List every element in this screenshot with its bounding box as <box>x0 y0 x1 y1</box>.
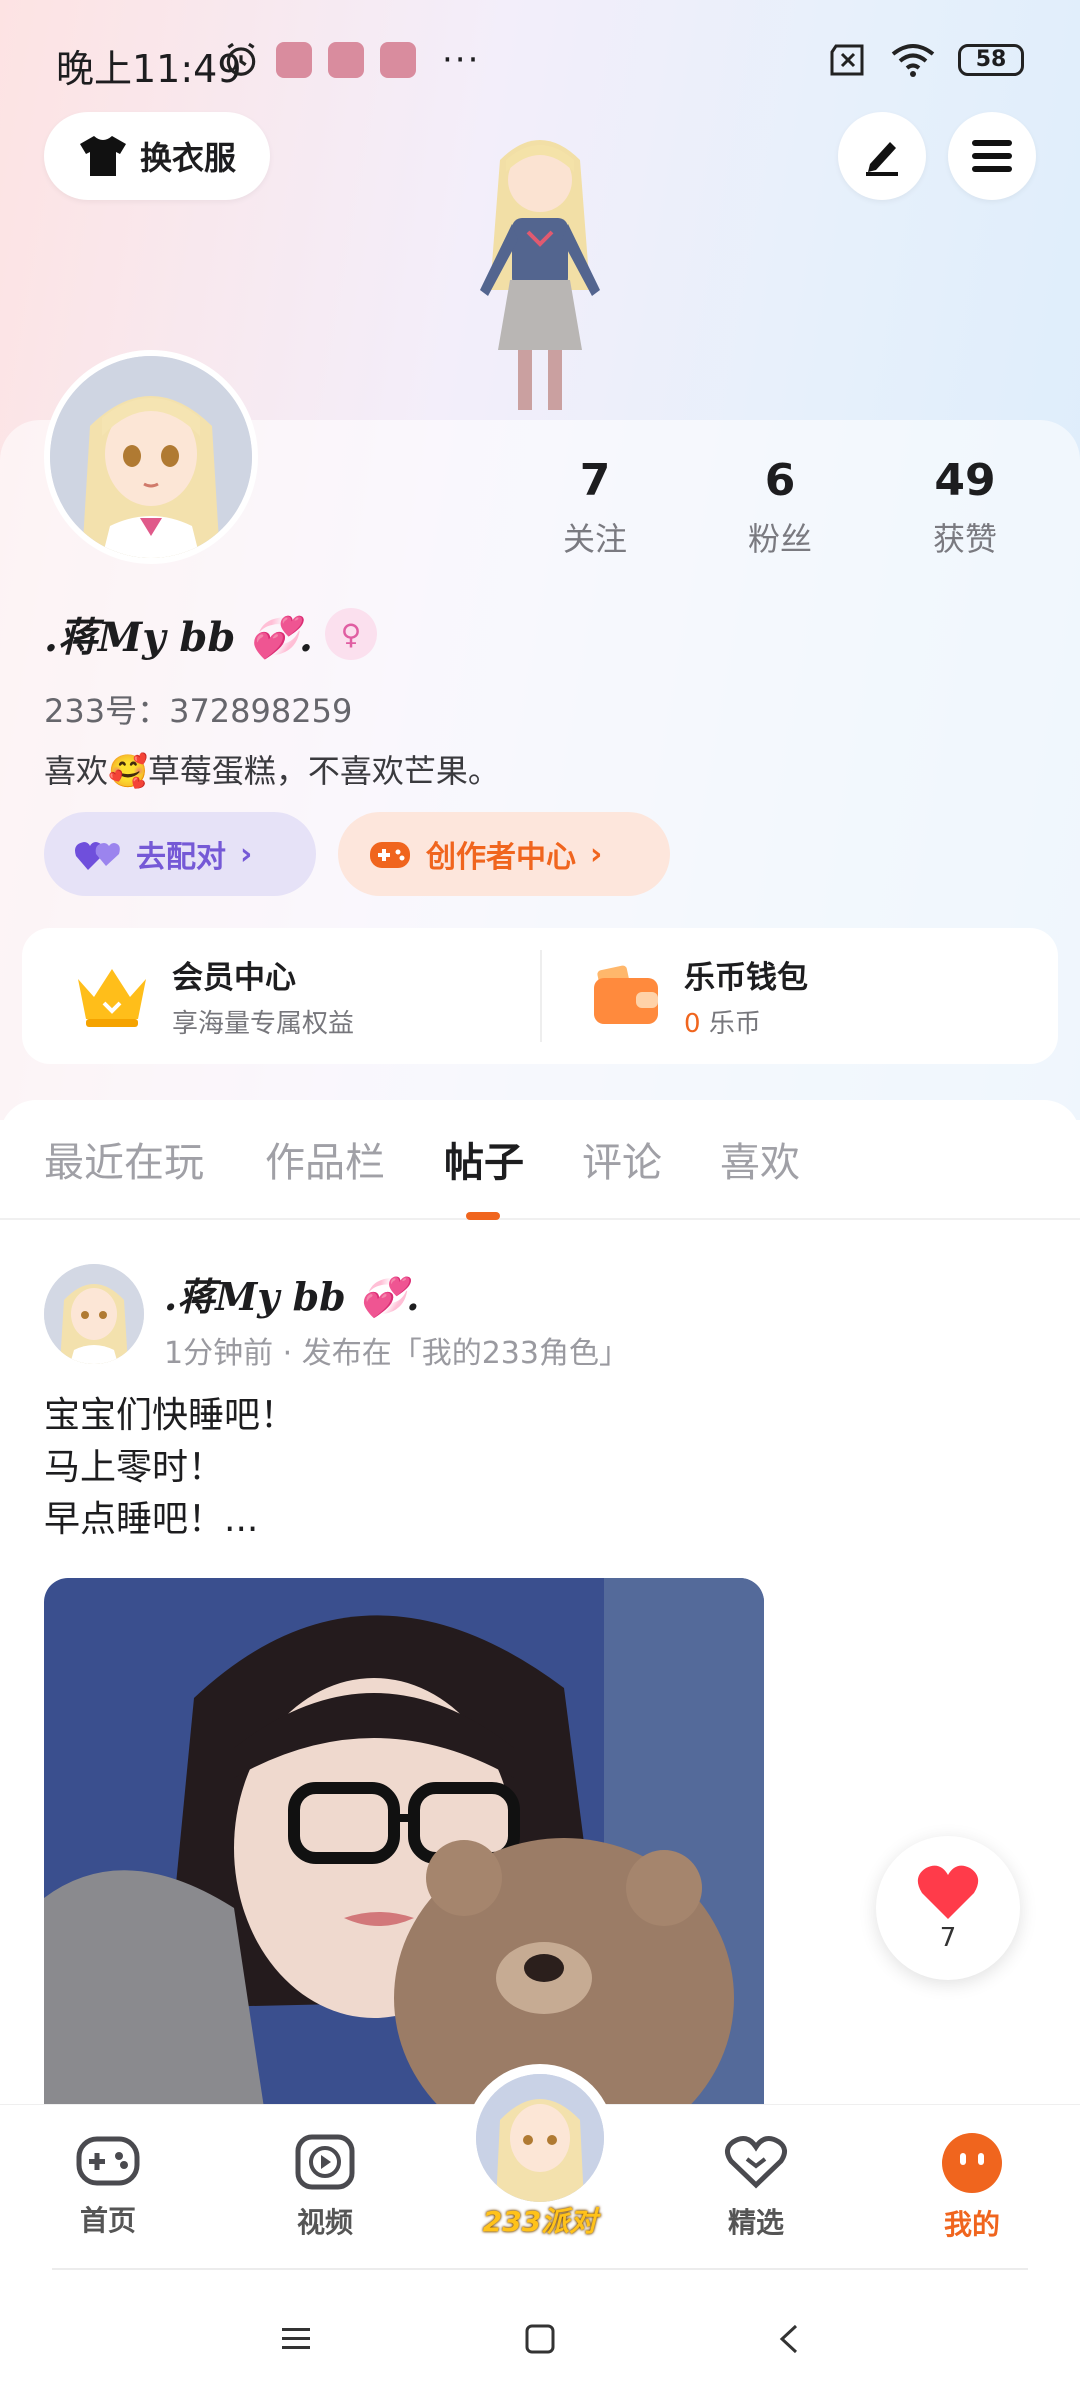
post-meta: 1分钟前 · 发布在「我的233角色」 <box>164 1336 629 1371</box>
profile-face-icon <box>942 2133 1002 2193</box>
app-notification-icon <box>328 42 364 78</box>
member-center-subtitle: 享海量专属权益 <box>172 1009 355 1039</box>
status-time: 晚上11:49 <box>56 47 242 91</box>
menu-icon <box>972 140 1012 172</box>
member-center-entry[interactable]: 会员中心 享海量专属权益 <box>22 928 540 1064</box>
likes-label: 获赞 <box>932 520 997 558</box>
gamepad-icon <box>370 842 410 868</box>
following-stat[interactable]: 7 关注 <box>520 455 670 560</box>
membership-wallet-card: 会员中心 享海量专属权益 乐币钱包 0 乐币 <box>22 928 1058 1064</box>
wallet-title: 乐币钱包 <box>684 960 808 996</box>
recent-apps-icon[interactable] <box>280 2324 312 2354</box>
shirt-icon <box>79 136 126 176</box>
profile-tabs: 最近在玩 作品栏 帖子 评论 喜欢 <box>0 1100 1080 1220</box>
nav-video-label: 视频 <box>296 2206 353 2239</box>
post-author-name[interactable]: .蒋My bb 💞. <box>164 1266 420 1321</box>
following-count: 7 <box>579 455 611 506</box>
home-icon[interactable] <box>524 2324 556 2354</box>
status-bar: 晚上11:49 ··· 58 <box>0 0 1080 120</box>
tab-works[interactable]: 作品栏 <box>265 1130 385 1188</box>
member-center-title: 会员中心 <box>172 960 296 996</box>
post-line: 早点睡吧！... <box>44 1499 259 1540</box>
avatar-portrait <box>50 356 252 558</box>
user-bio: 喜欢🥰草莓蛋糕，不喜欢芒果。 <box>44 752 500 790</box>
tab-posts[interactable]: 帖子 <box>444 1130 524 1188</box>
heart-icon <box>917 1865 979 1919</box>
match-button[interactable]: 去配对 › <box>44 812 316 896</box>
change-outfit-label: 换衣服 <box>139 139 236 177</box>
avatar-character-figure[interactable] <box>440 120 640 420</box>
photo-girl-with-teddy-bear <box>44 1578 764 2108</box>
nav-home-label: 首页 <box>79 2204 136 2237</box>
nav-home[interactable]: 首页 <box>38 2133 178 2239</box>
wifi-icon <box>891 44 935 77</box>
following-label: 关注 <box>562 520 627 558</box>
alarm-icon <box>226 42 256 76</box>
nav-featured[interactable]: 精选 <box>686 2133 826 2241</box>
wallet-balance: 0 乐币 <box>684 1003 808 1040</box>
nav-mine[interactable]: 我的 <box>902 2133 1042 2243</box>
battery-indicator: 58 <box>958 44 1024 76</box>
profile-avatar[interactable] <box>44 350 258 564</box>
sim-off-icon <box>830 44 864 76</box>
change-outfit-button[interactable]: 换衣服 <box>44 112 270 200</box>
pen-icon <box>866 142 898 176</box>
more-notifications: ··· <box>442 40 481 80</box>
chevron-right-icon: › <box>590 836 603 872</box>
crown-icon <box>78 969 146 1027</box>
profile-stats: 7 关注 6 粉丝 49 获赞 <box>520 455 1040 560</box>
avatar-portrait <box>476 2074 604 2202</box>
wallet-amount: 0 <box>684 1009 701 1039</box>
creator-center-label: 创作者中心 <box>426 840 576 875</box>
followers-label: 粉丝 <box>747 520 812 558</box>
edit-profile-button[interactable] <box>838 112 926 200</box>
system-status-icons: 58 <box>828 42 1024 78</box>
post-image[interactable] <box>44 1578 764 2108</box>
hearts-icon <box>75 842 120 870</box>
app-notification-icon <box>276 42 312 78</box>
nav-party-avatar[interactable] <box>476 2074 604 2202</box>
tab-recently-played[interactable]: 最近在玩 <box>44 1130 204 1188</box>
wallet-icon <box>594 965 658 1024</box>
heart-outline-icon <box>725 2135 787 2189</box>
divider <box>52 2268 1028 2270</box>
post-line: 马上零时！ <box>44 1447 225 1488</box>
notification-icons: ··· <box>222 40 480 80</box>
tab-comments[interactable]: 评论 <box>582 1130 662 1188</box>
nav-party-label[interactable]: 233派对 <box>470 2200 610 2240</box>
tab-likes[interactable]: 喜欢 <box>720 1130 800 1188</box>
app-notification-icon <box>380 42 416 78</box>
creator-center-button[interactable]: 创作者中心 › <box>338 812 670 896</box>
user-id[interactable]: 233号：372898259 <box>44 686 352 732</box>
like-count: 7 <box>939 1923 957 1953</box>
wallet-entry[interactable]: 乐币钱包 0 乐币 <box>540 928 1058 1064</box>
nav-featured-label: 精选 <box>727 2206 784 2239</box>
like-button[interactable]: 7 <box>876 1836 1020 1980</box>
nav-video[interactable]: 视频 <box>255 2133 395 2241</box>
back-icon[interactable] <box>774 2324 806 2354</box>
video-play-icon <box>295 2134 355 2190</box>
post-author-avatar[interactable] <box>44 1264 144 1364</box>
character-illustration <box>480 140 600 410</box>
likes-count: 49 <box>934 455 996 506</box>
followers-stat[interactable]: 6 粉丝 <box>705 455 855 560</box>
active-tab-indicator <box>466 1212 500 1220</box>
chevron-right-icon: › <box>240 836 253 872</box>
post-content[interactable]: 宝宝们快睡吧！ 马上零时！ 早点睡吧！... <box>44 1390 296 1546</box>
menu-button[interactable] <box>948 112 1036 200</box>
username-row: .蒋My bb 💞. ♀ <box>44 605 377 663</box>
likes-stat[interactable]: 49 获赞 <box>890 455 1040 560</box>
system-navigation-bar <box>0 2280 1080 2400</box>
followers-count: 6 <box>764 455 796 506</box>
wallet-unit: 乐币 <box>708 1009 761 1039</box>
nav-mine-label: 我的 <box>943 2208 1000 2241</box>
gender-female-icon: ♀ <box>324 608 377 660</box>
gamepad-icon <box>76 2136 140 2186</box>
match-button-label: 去配对 <box>136 840 226 875</box>
avatar-portrait <box>44 1264 144 1364</box>
username: .蒋My bb 💞. <box>44 614 313 661</box>
post-line: 宝宝们快睡吧！ <box>44 1395 297 1436</box>
